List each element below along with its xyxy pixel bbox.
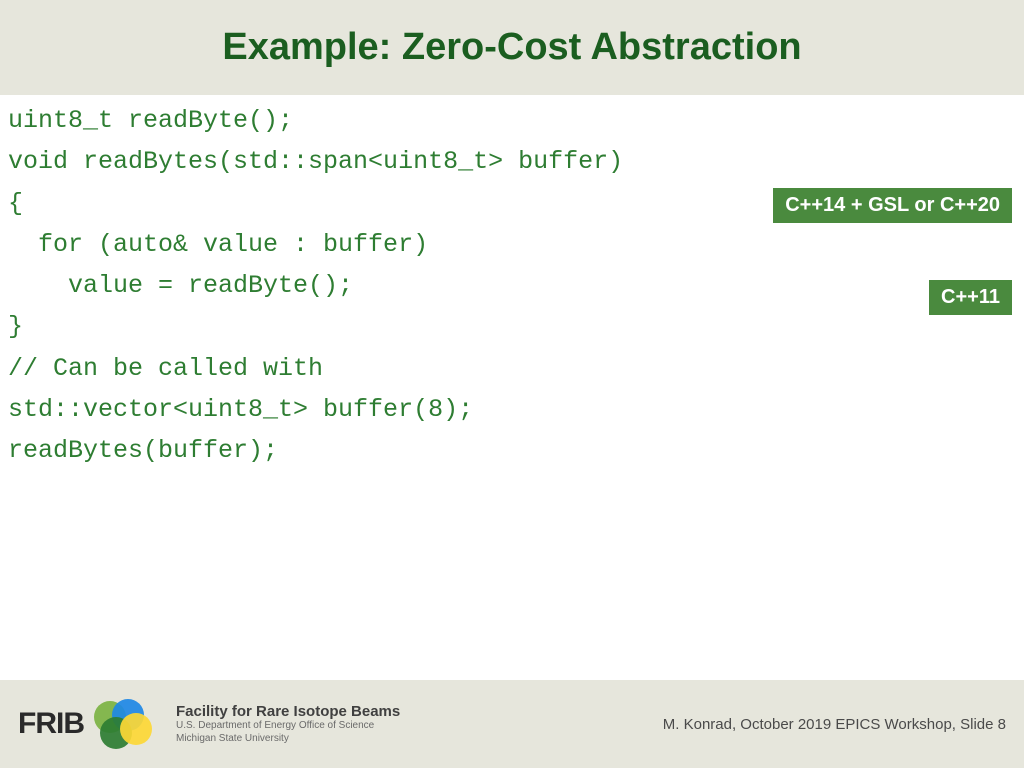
title-bar: Example: Zero-Cost Abstraction <box>0 0 1024 95</box>
footer-attribution: M. Konrad, October 2019 EPICS Workshop, … <box>663 716 1006 733</box>
code-block: uint8_t readByte(); void readBytes(std::… <box>8 100 1016 471</box>
code-line: for (auto& value : buffer) <box>8 224 1016 265</box>
version-badge-rangefor: C++11 <box>929 280 1012 315</box>
code-line: uint8_t readByte(); <box>8 100 1016 141</box>
facility-title: Facility for Rare Isotope Beams <box>176 703 400 720</box>
code-line: // Can be called with <box>8 348 1016 389</box>
code-line: void readBytes(std::span<uint8_t> buffer… <box>8 141 1016 182</box>
code-line: std::vector<uint8_t> buffer(8); <box>8 389 1016 430</box>
slide-title: Example: Zero-Cost Abstraction <box>222 26 801 69</box>
facility-block: Facility for Rare Isotope Beams U.S. Dep… <box>176 703 400 745</box>
frib-logo-icon <box>94 699 152 749</box>
footer: FRIB Facility for Rare Isotope Beams U.S… <box>0 680 1024 768</box>
version-badge-span: C++14 + GSL or C++20 <box>773 188 1012 223</box>
logo-block: FRIB Facility for Rare Isotope Beams U.S… <box>18 699 400 749</box>
code-line: readBytes(buffer); <box>8 430 1016 471</box>
frib-logo-text: FRIB <box>18 707 84 741</box>
code-line: } <box>8 306 1016 347</box>
facility-subtitle: U.S. Department of Energy Office of Scie… <box>176 720 400 733</box>
code-line: value = readByte(); <box>8 265 1016 306</box>
facility-subtitle: Michigan State University <box>176 733 400 746</box>
slide: Example: Zero-Cost Abstraction uint8_t r… <box>0 0 1024 768</box>
